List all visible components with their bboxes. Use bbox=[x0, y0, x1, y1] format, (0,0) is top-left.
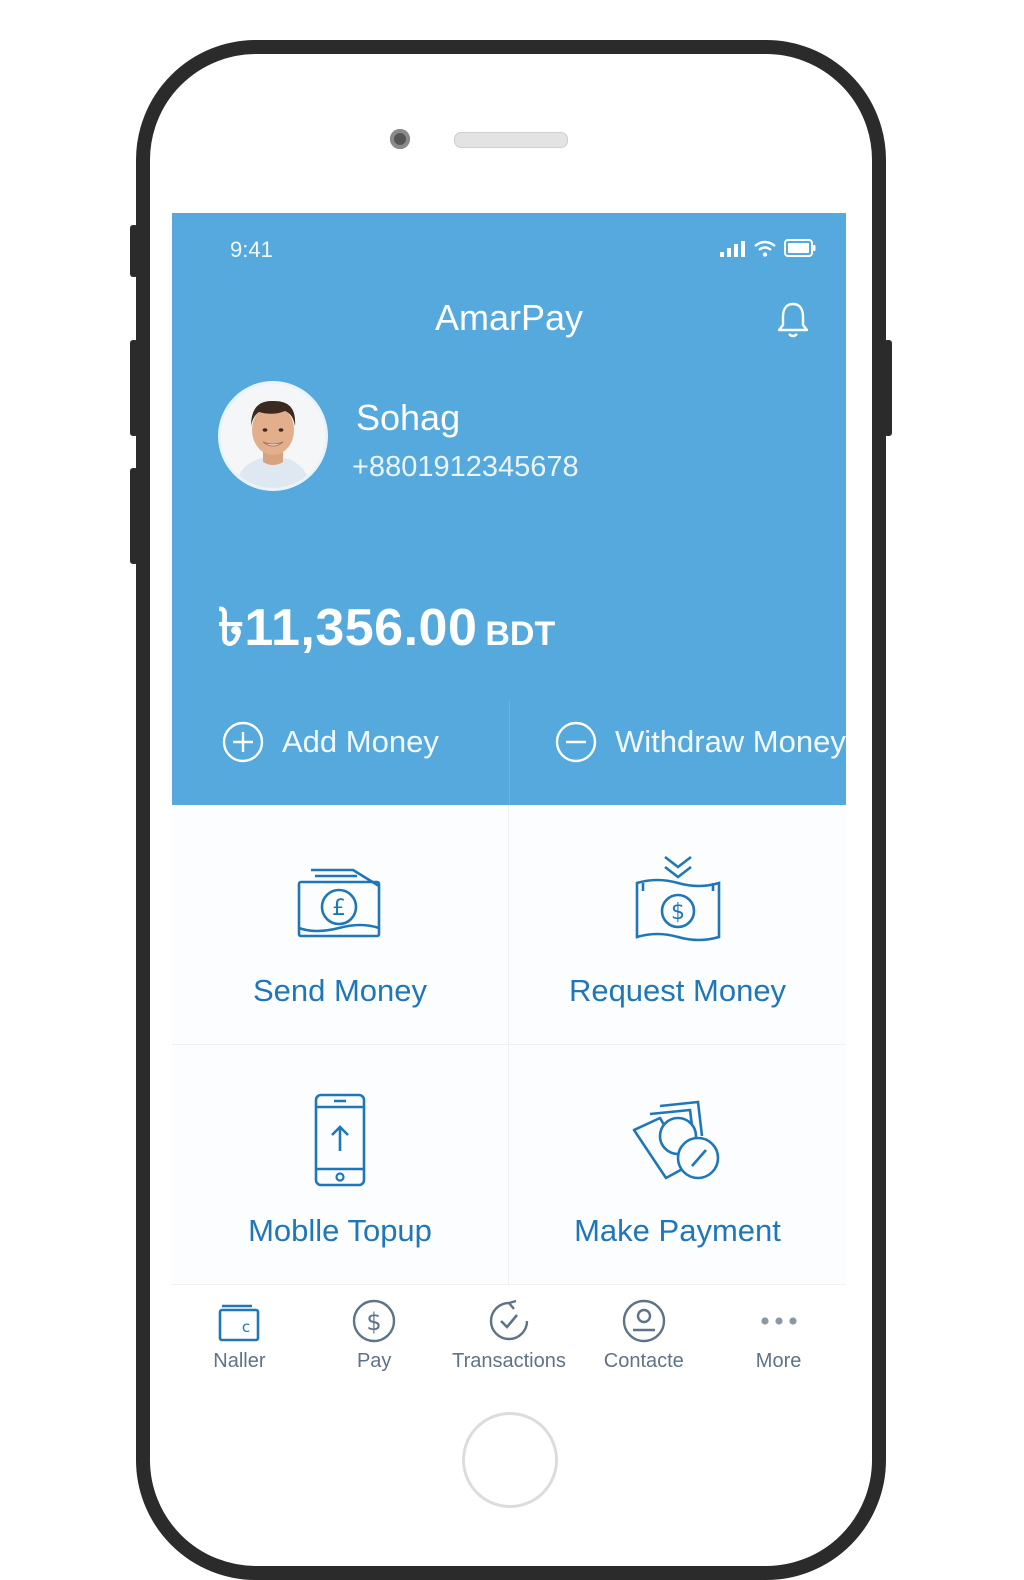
app-screen: 9:41 AmarPay Sohag +8801912345678 ৳11,35… bbox=[172, 213, 846, 1388]
bottom-nav: c Naller $ Pay Transactions Contacte Mor… bbox=[172, 1288, 846, 1388]
minus-circle-icon bbox=[555, 721, 597, 763]
avatar-portrait bbox=[221, 384, 325, 488]
withdraw-money-label: Withdraw Money bbox=[615, 724, 846, 759]
send-money-tile[interactable]: £ Send Money bbox=[172, 805, 509, 1045]
user-phone: +8801912345678 bbox=[352, 451, 579, 483]
nav-item-transactions[interactable]: Transactions bbox=[442, 1288, 577, 1388]
wallet-icon: c bbox=[219, 1304, 260, 1342]
account-header: 9:41 AmarPay Sohag +8801912345678 ৳11,35… bbox=[172, 213, 846, 805]
add-money-button[interactable]: Add Money bbox=[222, 721, 439, 763]
nav-label-contacts: Contacte bbox=[603, 1350, 684, 1372]
nav-item-pay[interactable]: $ Pay bbox=[307, 1288, 442, 1388]
nav-label-pay: Pay bbox=[356, 1350, 392, 1372]
nav-item-contacts[interactable]: Contacte bbox=[576, 1288, 711, 1388]
nav-label-transactions: Transactions bbox=[452, 1350, 566, 1372]
home-button[interactable] bbox=[462, 1412, 558, 1508]
svg-text:$: $ bbox=[671, 900, 685, 925]
svg-text:£: £ bbox=[332, 896, 346, 921]
service-grid: £ Send Money $ Request Money Moblle Topu… bbox=[172, 805, 846, 1285]
action-divider bbox=[509, 701, 510, 805]
contact-icon bbox=[622, 1299, 665, 1343]
nav-item-more[interactable]: More bbox=[711, 1288, 846, 1388]
balance-currency: BDT bbox=[485, 615, 556, 653]
battery-icon bbox=[784, 239, 816, 257]
front-camera bbox=[390, 129, 410, 149]
mobile-topup-label: Moblle Topup bbox=[248, 1213, 432, 1248]
withdraw-money-button[interactable]: Withdraw Money bbox=[555, 721, 846, 763]
plus-circle-icon bbox=[222, 721, 264, 763]
status-icons bbox=[720, 239, 816, 257]
mobile-topup-tile[interactable]: Moblle Topup bbox=[172, 1045, 509, 1285]
request-money-label: Request Money bbox=[568, 973, 787, 1008]
send-money-icon: £ bbox=[297, 868, 381, 938]
earpiece-speaker bbox=[454, 132, 568, 148]
svg-text:c: c bbox=[242, 1318, 250, 1336]
status-time: 9:41 bbox=[230, 237, 273, 262]
dollar-circle-icon: $ bbox=[352, 1299, 396, 1343]
add-money-label: Add Money bbox=[282, 724, 439, 759]
balance-amount: ৳11,356.00 bbox=[218, 599, 478, 657]
svg-text:$: $ bbox=[367, 1308, 382, 1336]
user-name: Sohag bbox=[356, 397, 461, 438]
more-dots-icon bbox=[760, 1317, 797, 1325]
send-money-label: Send Money bbox=[252, 973, 428, 1008]
app-title: AmarPay bbox=[434, 297, 584, 338]
mobile-topup-icon bbox=[314, 1093, 366, 1187]
make-payment-label: Make Payment bbox=[574, 1213, 781, 1248]
wifi-icon bbox=[754, 240, 776, 257]
nav-label-more: More bbox=[755, 1350, 802, 1372]
nav-label-wallet: Naller bbox=[213, 1350, 266, 1372]
request-money-tile[interactable]: $ Request Money bbox=[509, 805, 846, 1045]
balance-display: ৳11,356.00 BDT bbox=[218, 587, 555, 674]
request-money-icon: $ bbox=[635, 855, 720, 942]
make-payment-icon bbox=[632, 1100, 719, 1180]
signal-icon bbox=[720, 241, 745, 257]
bell-icon[interactable] bbox=[776, 301, 810, 339]
avatar[interactable] bbox=[218, 381, 328, 491]
transactions-icon bbox=[489, 1299, 529, 1341]
nav-item-wallet[interactable]: c Naller bbox=[172, 1288, 307, 1388]
make-payment-tile[interactable]: Make Payment bbox=[509, 1045, 846, 1285]
